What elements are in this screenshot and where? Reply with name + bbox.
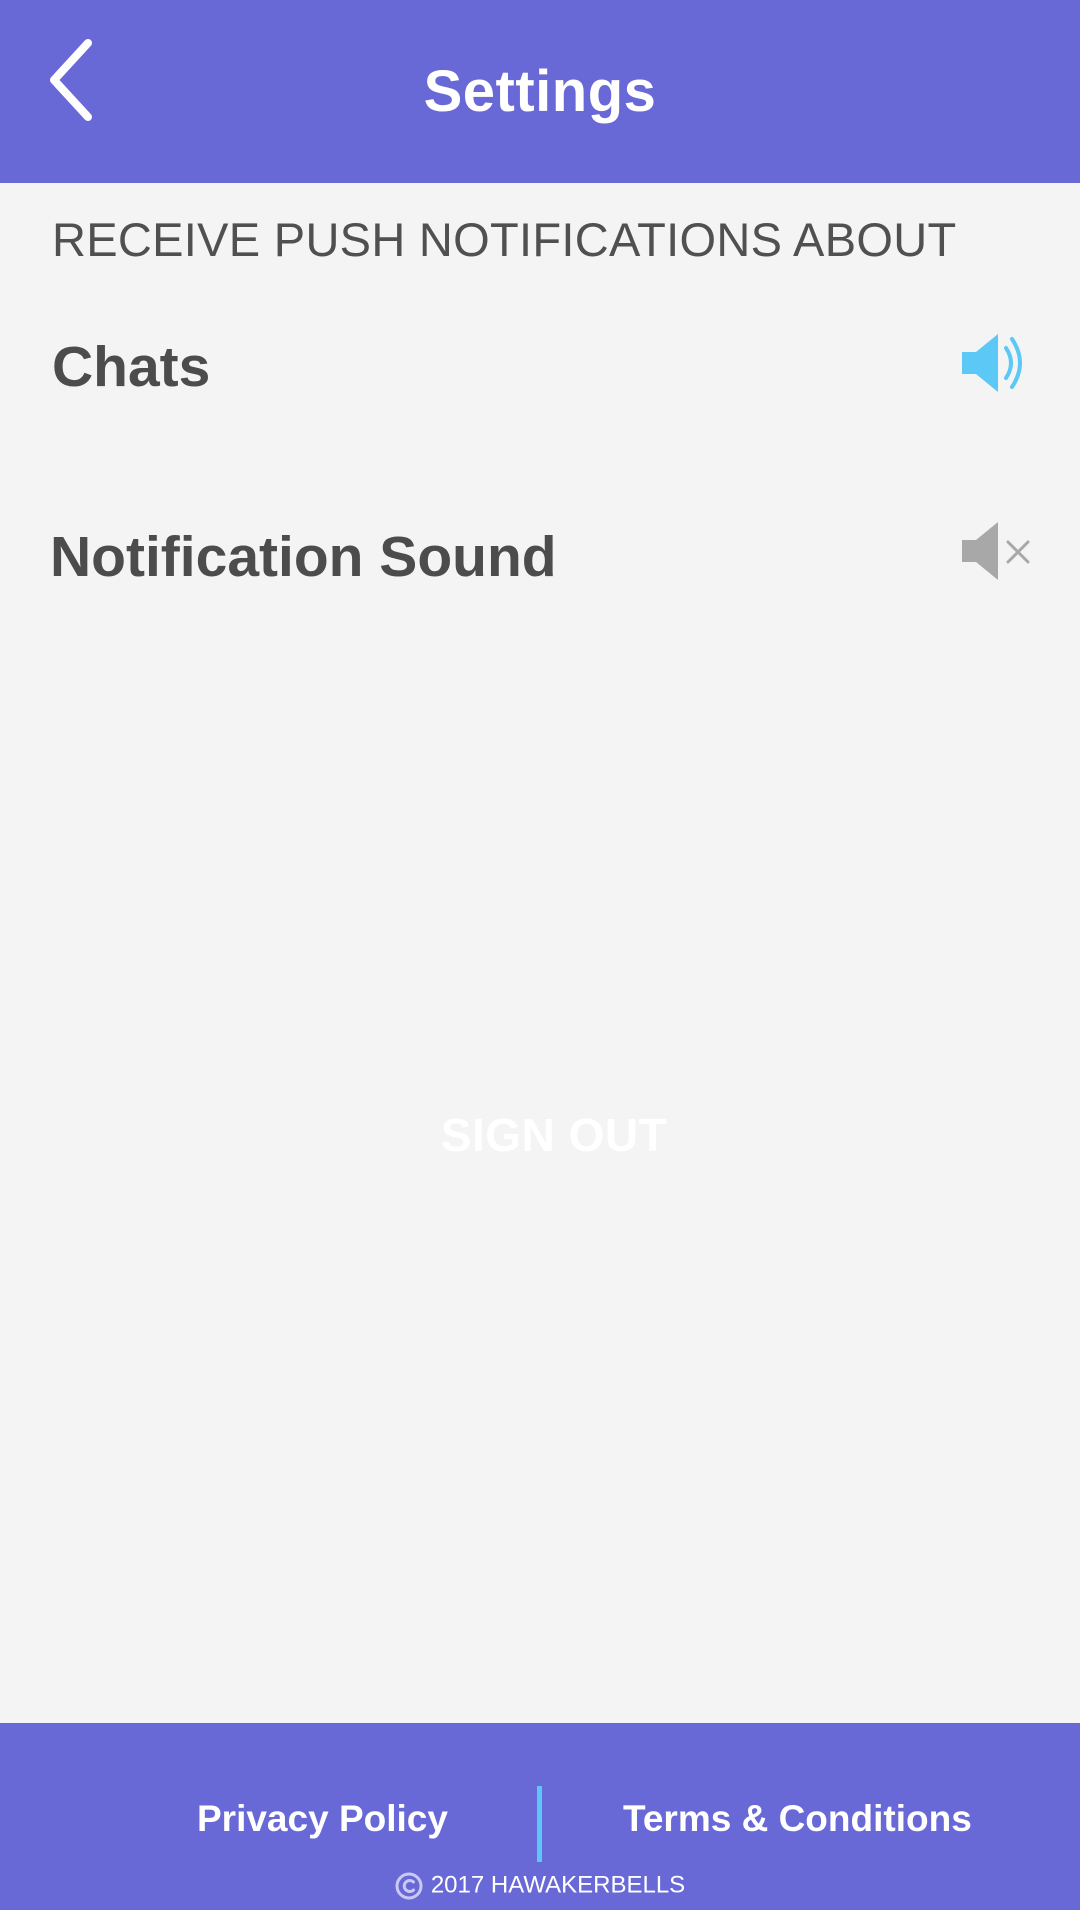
chats-toggle[interactable] xyxy=(958,330,1030,396)
footer-divider xyxy=(537,1786,542,1862)
terms-conditions-link[interactable]: Terms & Conditions xyxy=(623,1798,972,1840)
copyright-text: 2017 HAWAKERBELLS xyxy=(430,1871,686,1899)
page-title: Settings xyxy=(423,59,657,124)
setting-label-chats: Chats xyxy=(52,335,211,399)
volume-mute-icon xyxy=(962,522,1030,580)
notification-sound-toggle[interactable] xyxy=(958,518,1030,584)
setting-label-notification-sound: Notification Sound xyxy=(50,525,557,589)
sign-out-button[interactable]: SIGN OUT xyxy=(0,1108,1080,1162)
copyright: 2017 HAWAKERBELLS xyxy=(0,1871,1080,1900)
privacy-policy-link[interactable]: Privacy Policy xyxy=(197,1798,448,1840)
app-header: Settings xyxy=(0,0,1080,183)
setting-row-notification-sound: Notification Sound xyxy=(0,510,1080,610)
volume-on-icon xyxy=(962,334,1022,392)
footer: Privacy Policy Terms & Conditions 2017 H… xyxy=(0,1723,1080,1910)
section-label: RECEIVE PUSH NOTIFICATIONS ABOUT xyxy=(52,213,957,266)
setting-row-chats: Chats xyxy=(0,318,1080,418)
copyright-icon xyxy=(395,1872,423,1900)
